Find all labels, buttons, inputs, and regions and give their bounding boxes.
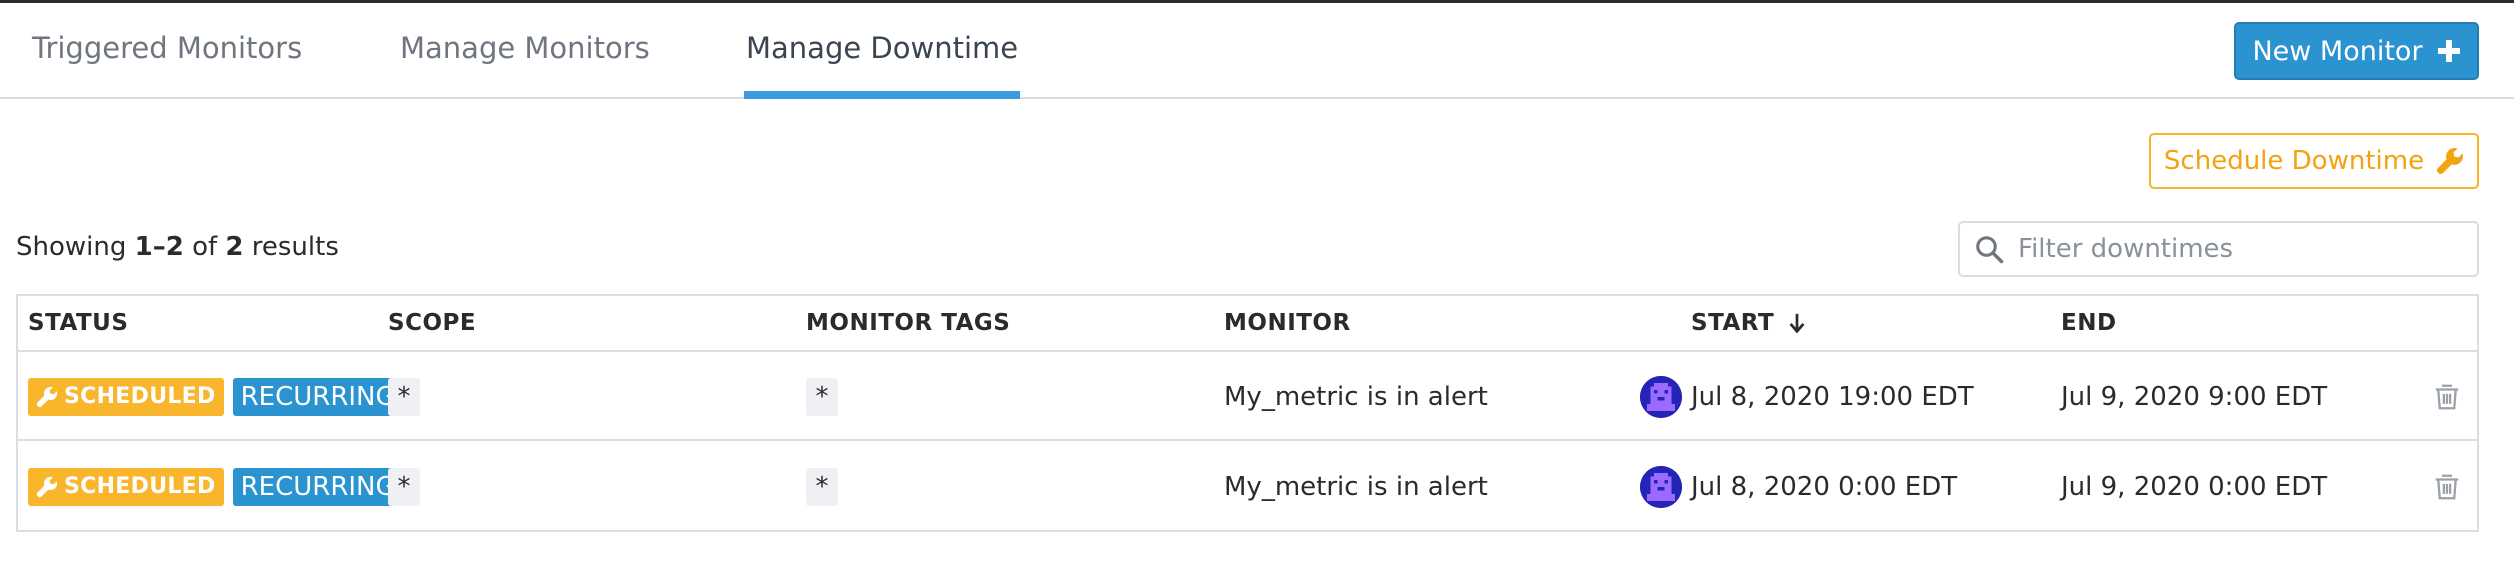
avatar-image — [1640, 375, 1682, 418]
column-header-start[interactable]: START — [1691, 296, 1808, 350]
new-monitor-label: New Monitor — [2252, 35, 2423, 67]
arrow-down-icon — [1789, 313, 1805, 334]
scheduled-badge: SCHEDULED — [28, 377, 224, 416]
table-row[interactable]: SCHEDULED RECURRING * * My_metric is in … — [18, 442, 2477, 531]
scope-tag: * — [388, 467, 420, 506]
new-monitor-button[interactable]: New Monitor — [2234, 22, 2479, 80]
tab-label: Manage Monitors — [400, 31, 650, 65]
trash-icon — [2435, 474, 2459, 499]
tab-manage-downtime[interactable]: Manage Downtime — [743, 3, 1021, 99]
scheduled-badge: SCHEDULED — [28, 467, 224, 506]
schedule-downtime-button[interactable]: Schedule Downtime — [2149, 133, 2479, 189]
avatar — [1640, 465, 1682, 508]
column-header-monitor[interactable]: MONITOR — [1224, 296, 1351, 350]
tab-label: Manage Downtime — [746, 31, 1019, 65]
creator-avatar-cell — [1640, 442, 1682, 531]
status-cell: SCHEDULED RECURRING — [28, 442, 404, 531]
column-header-status[interactable]: STATUS — [28, 296, 128, 350]
tab-triggered-monitors[interactable]: Triggered Monitors — [32, 3, 302, 97]
table-row[interactable]: SCHEDULED RECURRING * * My_metric is in … — [18, 352, 2477, 441]
table-header: STATUS SCOPE MONITOR TAGS MONITOR START … — [18, 296, 2477, 352]
end-time: Jul 9, 2020 0:00 EDT — [2061, 471, 2328, 502]
monitor-name[interactable]: My_metric is in alert — [1224, 442, 1488, 531]
wrench-icon — [36, 476, 58, 497]
summary-suffix: results — [243, 232, 339, 262]
summary-range: 1–2 — [134, 232, 184, 262]
tab-label: Triggered Monitors — [32, 31, 303, 65]
monitor-tag: * — [806, 377, 838, 416]
monitor-tags-cell: * — [806, 442, 838, 531]
scope-tag: * — [388, 377, 420, 416]
scheduled-badge-label: SCHEDULED — [64, 384, 216, 409]
start-time: Jul 8, 2020 0:00 EDT — [1691, 471, 1958, 502]
summary-total: 2 — [225, 232, 244, 262]
delete-button[interactable] — [2432, 442, 2462, 531]
recurring-badge: RECURRING — [232, 467, 404, 506]
avatar-image — [1640, 465, 1682, 508]
delete-button[interactable] — [2432, 352, 2462, 441]
downtime-table: STATUS SCOPE MONITOR TAGS MONITOR START … — [16, 294, 2479, 532]
monitor-tag: * — [806, 467, 838, 506]
start-time: Jul 8, 2020 19:00 EDT — [1691, 381, 1974, 412]
filter-downtimes-input[interactable] — [2018, 234, 2448, 264]
wrench-icon — [36, 386, 58, 407]
end-time: Jul 9, 2020 9:00 EDT — [2061, 381, 2328, 412]
wrench-icon — [2437, 148, 2463, 175]
schedule-downtime-label: Schedule Downtime — [2163, 146, 2425, 176]
recurring-badge: RECURRING — [232, 377, 404, 416]
avatar — [1640, 375, 1682, 418]
creator-avatar-cell — [1640, 352, 1682, 441]
column-header-monitor-tags[interactable]: MONITOR TAGS — [806, 296, 1010, 350]
monitor-tags-cell: * — [806, 352, 838, 441]
monitor-name[interactable]: My_metric is in alert — [1224, 352, 1488, 441]
column-header-start-label: START — [1691, 310, 1775, 336]
tab-bar: Triggered Monitors Manage Monitors Manag… — [0, 3, 2514, 99]
status-cell: SCHEDULED RECURRING — [28, 352, 404, 441]
summary-prefix: Showing — [16, 232, 135, 262]
results-summary: Showing 1–2 of 2 results — [16, 232, 339, 262]
filter-box — [1958, 221, 2479, 277]
search-icon — [1976, 236, 2004, 264]
scope-cell: * — [388, 352, 420, 441]
scheduled-badge-label: SCHEDULED — [64, 474, 216, 499]
scope-cell: * — [388, 442, 420, 531]
summary-middle: of — [183, 232, 226, 262]
column-header-scope[interactable]: SCOPE — [388, 296, 476, 350]
plus-icon — [2437, 40, 2460, 62]
trash-icon — [2435, 384, 2459, 409]
column-header-end[interactable]: END — [2061, 296, 2117, 350]
tab-manage-monitors[interactable]: Manage Monitors — [400, 3, 650, 97]
